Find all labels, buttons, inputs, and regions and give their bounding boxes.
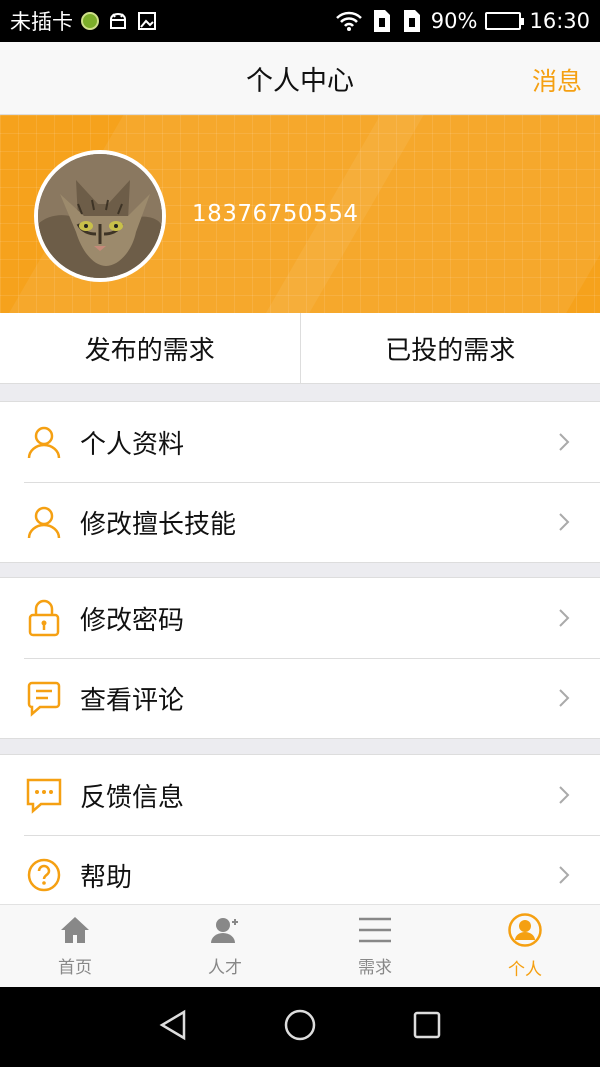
chevron-right-icon <box>558 608 570 632</box>
nav-profile[interactable]: 个人 <box>450 905 600 987</box>
lock-icon <box>24 598 64 638</box>
menu-item-profile[interactable]: 个人资料 <box>0 402 600 482</box>
menu-item-help[interactable]: 帮助 <box>0 835 600 915</box>
menu-item-skills[interactable]: 修改擅长技能 <box>0 482 600 562</box>
menu-item-label: 帮助 <box>80 862 133 893</box>
android-icon <box>107 11 129 31</box>
menu-item-change-password[interactable]: 修改密码 <box>0 578 600 658</box>
profile-banner: 18376750554 <box>0 115 600 313</box>
back-icon[interactable] <box>158 1009 188 1045</box>
battery-percent: 90% <box>430 9 478 33</box>
menu-group-security: 修改密码 查看评论 <box>0 577 600 739</box>
avatar[interactable] <box>34 150 166 282</box>
nav-demand[interactable]: 需求 <box>300 905 450 987</box>
menu-item-view-comments[interactable]: 查看评论 <box>0 658 600 738</box>
menu-item-label: 修改密码 <box>80 605 185 636</box>
carrier-text: 未插卡 <box>10 10 73 34</box>
page-title: 个人中心 <box>246 65 354 97</box>
sim-card-icon <box>371 8 393 34</box>
battery-icon <box>485 12 525 30</box>
phone-number: 18376750554 <box>192 201 359 227</box>
tab-submitted-demands[interactable]: 已投的需求 <box>299 313 600 383</box>
tab-published-demands[interactable]: 发布的需求 <box>0 313 300 383</box>
menu-item-feedback[interactable]: 反馈信息 <box>0 755 600 835</box>
chevron-right-icon <box>558 688 570 712</box>
menu-item-label: 修改擅长技能 <box>80 509 237 540</box>
home-circle-icon[interactable] <box>283 1008 317 1046</box>
nav-label: 需求 <box>358 957 392 978</box>
nav-label: 人才 <box>208 957 242 978</box>
bottom-nav: 首页 人才 需求 个人 <box>0 904 600 987</box>
menu-item-label: 个人资料 <box>80 429 185 460</box>
chevron-right-icon <box>558 865 570 889</box>
comment-icon <box>24 678 64 718</box>
profile-icon <box>508 912 542 951</box>
person-icon <box>24 502 64 542</box>
recents-icon[interactable] <box>412 1010 442 1044</box>
chevron-right-icon <box>558 512 570 536</box>
chevron-right-icon <box>558 432 570 456</box>
image-icon <box>137 11 157 31</box>
sim-card-icon-2 <box>401 8 423 34</box>
nav-home[interactable]: 首页 <box>0 905 150 987</box>
nav-label: 个人 <box>508 959 542 980</box>
chat-bubble-icon <box>24 775 64 815</box>
menu-item-label: 查看评论 <box>80 685 185 716</box>
list-icon <box>357 915 393 949</box>
question-icon <box>24 855 64 895</box>
nav-label: 首页 <box>58 957 92 978</box>
system-nav-bar <box>0 987 600 1067</box>
messages-button[interactable]: 消息 <box>532 62 582 98</box>
demand-tabs: 发布的需求 已投的需求 <box>0 313 600 384</box>
menu-item-label: 反馈信息 <box>80 782 185 813</box>
nav-talent[interactable]: 人才 <box>150 905 300 987</box>
sim-icon <box>81 12 99 30</box>
menu-group-profile: 个人资料 修改擅长技能 <box>0 401 600 563</box>
home-icon <box>59 915 91 949</box>
menu-group-support: 反馈信息 帮助 <box>0 754 600 915</box>
chevron-right-icon <box>558 785 570 809</box>
wifi-icon <box>335 10 363 32</box>
talent-icon <box>209 915 241 949</box>
clock: 16:30 <box>529 9 590 33</box>
app-header: 个人中心 消息 <box>0 42 600 115</box>
person-icon <box>24 422 64 462</box>
status-bar: 未插卡 90% 16:30 <box>0 0 600 42</box>
